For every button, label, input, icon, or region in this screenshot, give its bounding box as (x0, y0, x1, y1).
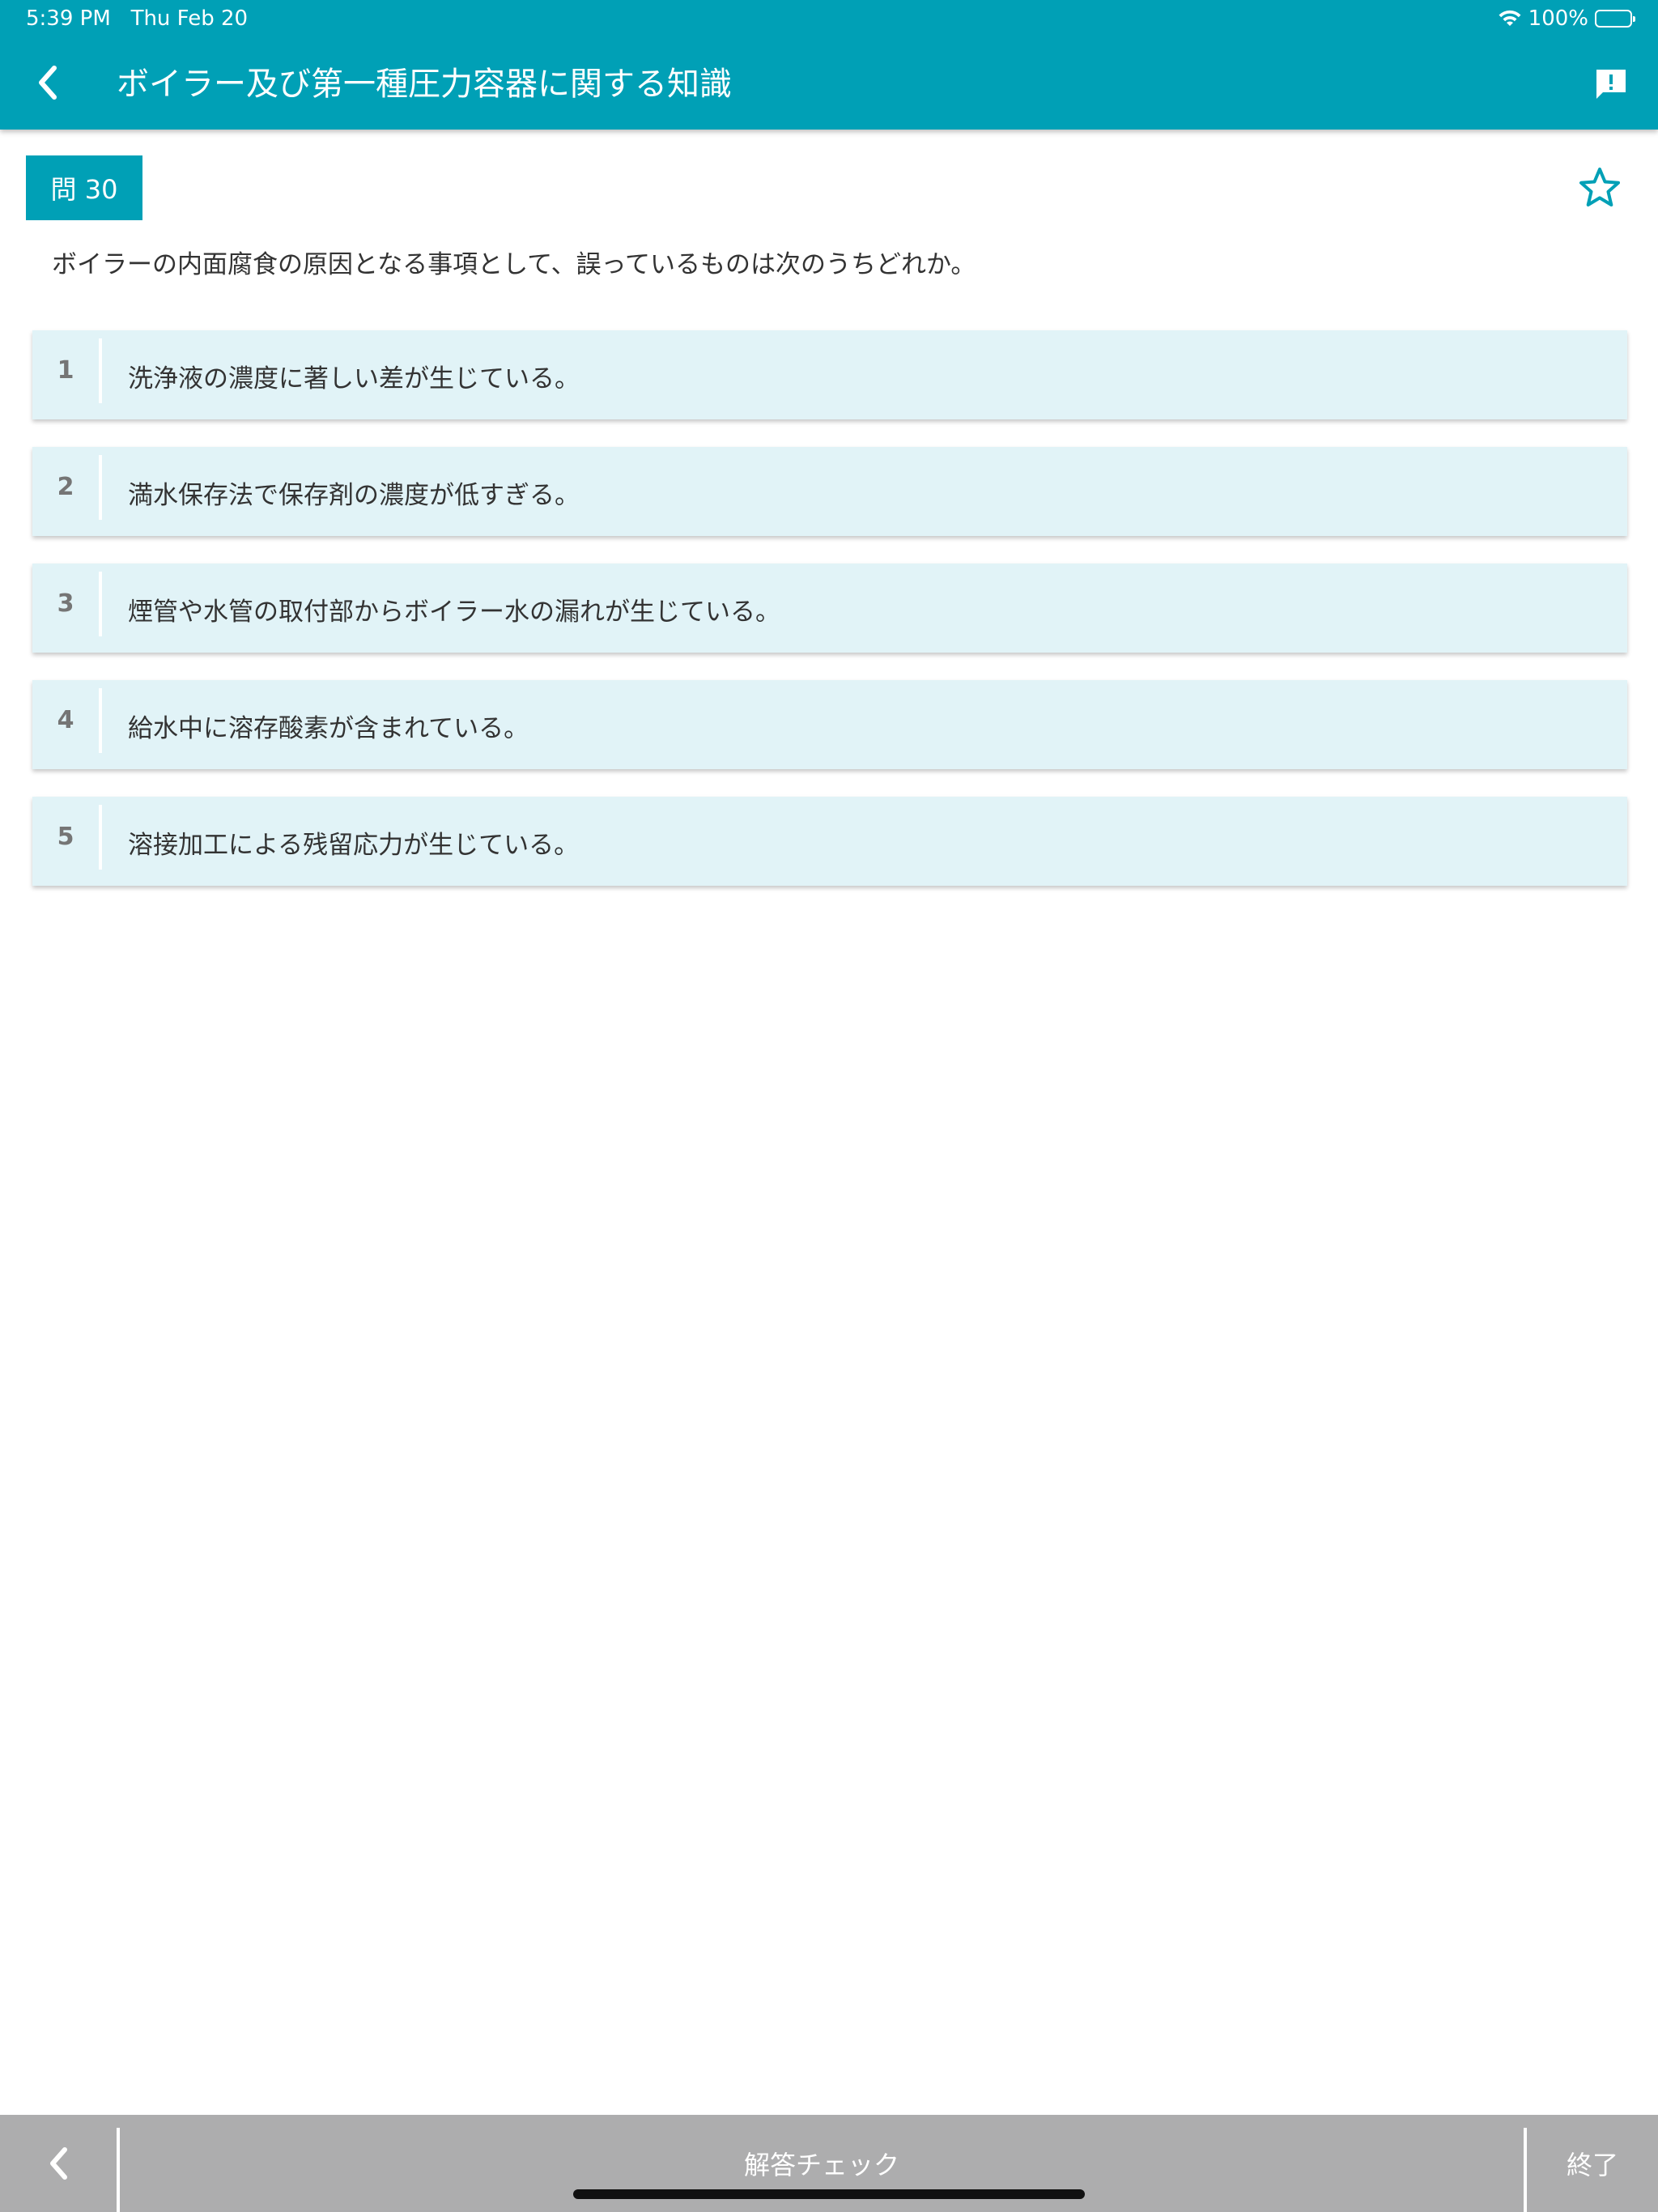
choice-text: 洗浄液の濃度に著しい差が生じている。 (128, 364, 580, 393)
previous-question-button[interactable] (0, 2115, 117, 2212)
back-button[interactable] (23, 58, 71, 107)
wifi-icon (1499, 10, 1521, 26)
choice-3[interactable]: 3 煙管や水管の取付部からボイラー水の漏れが生じている。 (32, 564, 1627, 653)
choice-1[interactable]: 1 洗浄液の濃度に著しい差が生じている。 (32, 330, 1627, 419)
chevron-left-icon (39, 66, 57, 100)
choice-text: 満水保存法で保存剤の濃度が低すぎる。 (128, 480, 580, 510)
choice-list: 1 洗浄液の濃度に著しい差が生じている。 2 満水保存法で保存剤の濃度が低すぎる… (32, 330, 1627, 913)
choice-number: 5 (57, 822, 74, 851)
question-number-badge: 問 30 (26, 155, 142, 220)
status-date: Thu Feb 20 (130, 6, 249, 31)
page-title: ボイラー及び第一種圧力容器に関する知識 (117, 66, 732, 103)
app-header: 5:39 PM Thu Feb 20 100% ボイラー及び第一種圧力容器に関す… (0, 0, 1658, 130)
report-button[interactable] (1588, 62, 1634, 107)
chevron-left-icon (50, 2147, 67, 2180)
feedback-icon (1596, 70, 1626, 99)
end-button[interactable]: 終了 (1527, 2115, 1658, 2212)
status-bar-time: 5:39 PM Thu Feb 20 (26, 6, 248, 31)
star-outline-icon (1579, 168, 1620, 206)
choice-text: 溶接加工による残留応力が生じている。 (128, 830, 580, 860)
status-time: 5:39 PM (26, 6, 111, 31)
favorite-button[interactable] (1574, 162, 1626, 214)
battery-icon (1595, 10, 1635, 28)
choice-text: 煙管や水管の取付部からボイラー水の漏れが生じている。 (128, 597, 780, 627)
choice-number: 4 (57, 705, 74, 734)
home-indicator (573, 2189, 1085, 2199)
choice-number: 1 (57, 355, 74, 385)
choice-2[interactable]: 2 満水保存法で保存剤の濃度が低すぎる。 (32, 447, 1627, 536)
choice-5[interactable]: 5 溶接加工による残留応力が生じている。 (32, 797, 1627, 886)
battery-percent: 100% (1528, 6, 1588, 31)
choice-4[interactable]: 4 給水中に溶存酸素が含まれている。 (32, 680, 1627, 769)
status-bar-right: 100% (1498, 6, 1635, 31)
choice-number: 3 (57, 589, 74, 618)
question-text: ボイラーの内面腐食の原因となる事項として、誤っているものは次のうちどれか。 (52, 250, 976, 279)
choice-number: 2 (57, 472, 74, 501)
choice-text: 給水中に溶存酸素が含まれている。 (128, 713, 529, 743)
